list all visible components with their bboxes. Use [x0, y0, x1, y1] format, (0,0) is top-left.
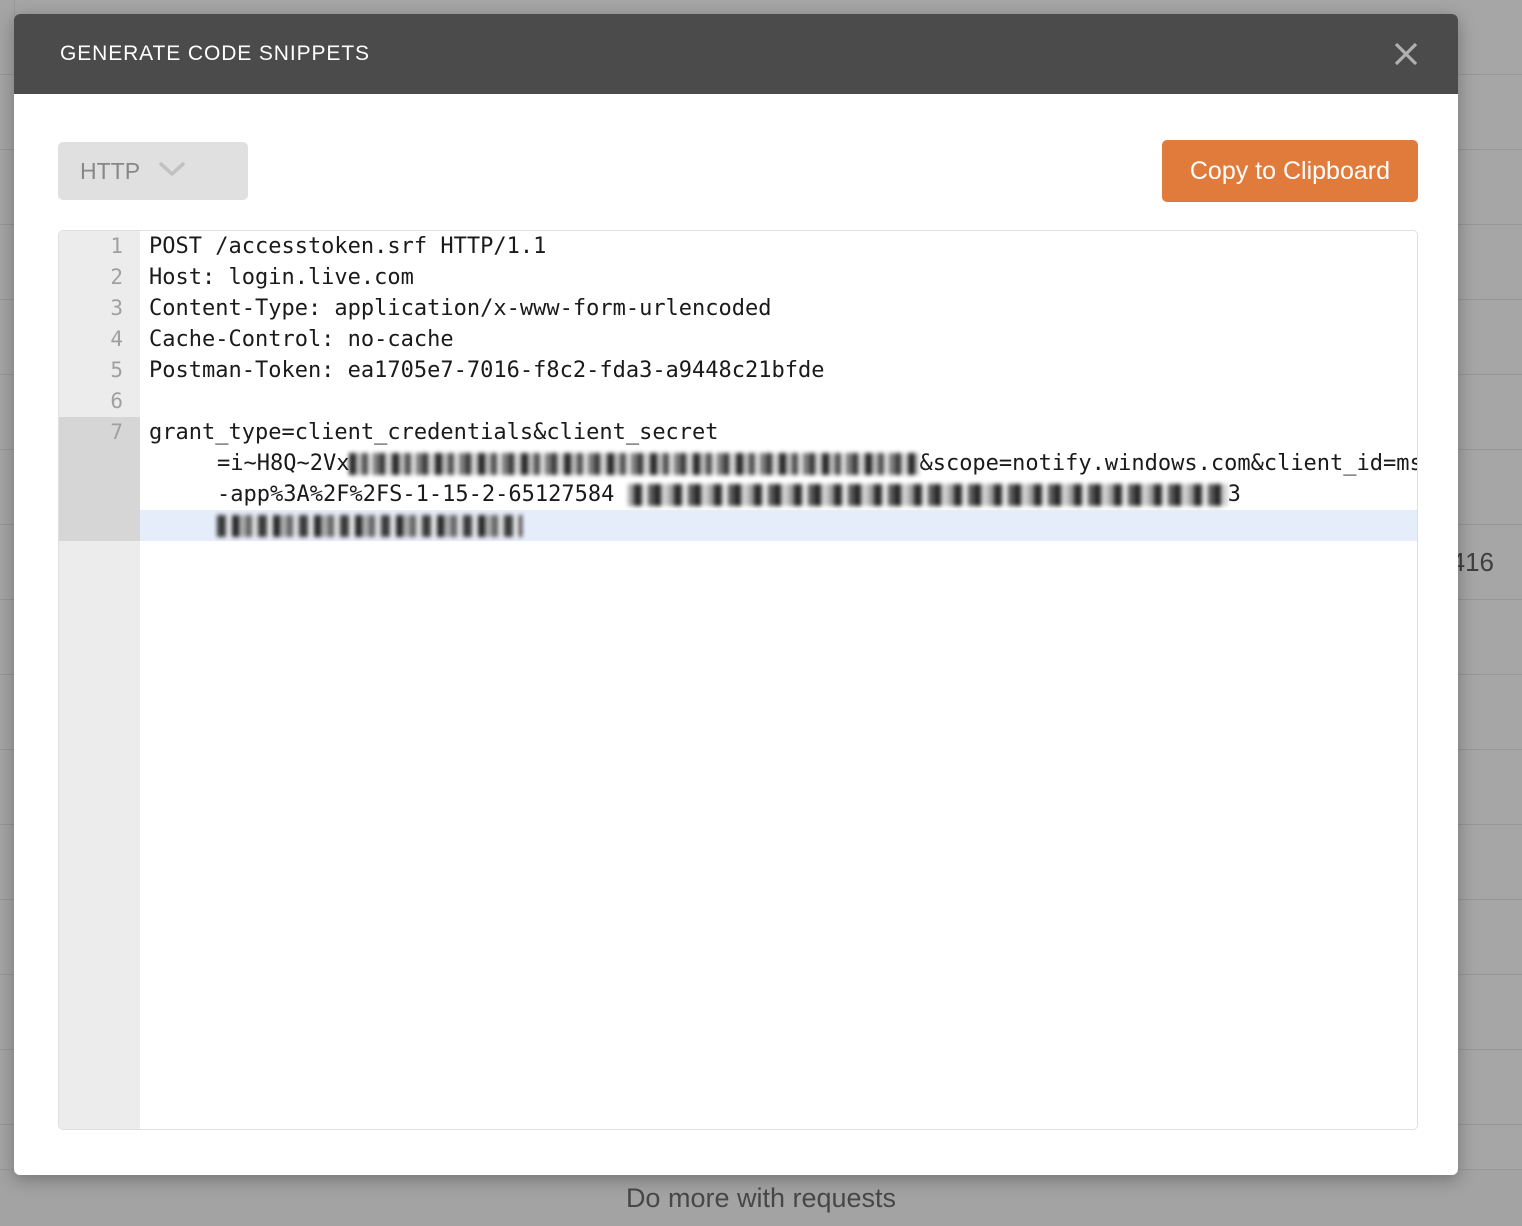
- close-icon: [1390, 38, 1422, 70]
- code-line: Content-Type: application/x-www-form-url…: [149, 296, 772, 321]
- redacted-text: [627, 484, 1228, 506]
- line-number: 7: [110, 420, 123, 444]
- chevron-down-icon: [158, 160, 186, 183]
- line-number: 2: [110, 265, 123, 289]
- editor-gutter: 1 2 3 4 5 6 7: [59, 231, 140, 1129]
- code-fragment: 3: [1227, 482, 1241, 507]
- generate-code-snippets-dialog: GENERATE CODE SNIPPETS HTTP Copy to Clip…: [14, 14, 1458, 1175]
- code-line-wrapped: -app%3A%2F%2FS-1-15-2-65127584 3: [140, 479, 1417, 510]
- language-dropdown-value: HTTP: [80, 157, 141, 184]
- code-line-wrapped-active: [140, 510, 1417, 541]
- line-number: 6: [110, 389, 123, 413]
- copy-to-clipboard-button[interactable]: Copy to Clipboard: [1161, 140, 1418, 202]
- dialog-title: GENERATE CODE SNIPPETS: [60, 42, 370, 65]
- code-fragment: =i~H8Q~2Vx: [217, 451, 350, 476]
- line-number: 3: [110, 296, 123, 320]
- code-fragment: &scope=notify.windows.com&client_id=ms: [919, 451, 1418, 476]
- code-line: POST /accesstoken.srf HTTP/1.1: [149, 234, 547, 259]
- close-button[interactable]: [1382, 30, 1430, 78]
- dialog-header: GENERATE CODE SNIPPETS: [14, 14, 1458, 94]
- redacted-text: [217, 515, 522, 537]
- code-line-wrapped: =i~H8Q~2Vx &scope=notify.windows.com&clie…: [140, 448, 1417, 479]
- code-line: Postman-Token: ea1705e7-7016-f8c2-fda3-a…: [149, 358, 825, 383]
- code-fragment: -app%3A%2F%2FS-1-15-2-65127584: [217, 482, 628, 507]
- code-line: Cache-Control: no-cache: [149, 327, 454, 352]
- redacted-text: [349, 453, 920, 475]
- line-number: 1: [110, 234, 123, 258]
- line-number: 5: [110, 358, 123, 382]
- gutter-inactive-region: [59, 541, 140, 1129]
- code-line: grant_type=client_credentials&client_sec…: [149, 420, 719, 445]
- code-line: Host: login.live.com: [149, 265, 414, 290]
- language-dropdown[interactable]: HTTP: [58, 142, 248, 200]
- editor-toolbar: HTTP Copy to Clipboard: [58, 140, 1418, 202]
- editor-code-area[interactable]: POST /accesstoken.srf HTTP/1.1 Host: log…: [140, 231, 1417, 1129]
- line-number: 4: [110, 327, 123, 351]
- dialog-body: HTTP Copy to Clipboard 1 2 3 4 5 6 7 POS…: [14, 94, 1458, 1130]
- code-snippet-editor[interactable]: 1 2 3 4 5 6 7 POST /accesstoken.srf HTTP…: [58, 230, 1418, 1130]
- screen: 41416 Do more with requests GENERATE COD…: [0, 0, 1522, 1226]
